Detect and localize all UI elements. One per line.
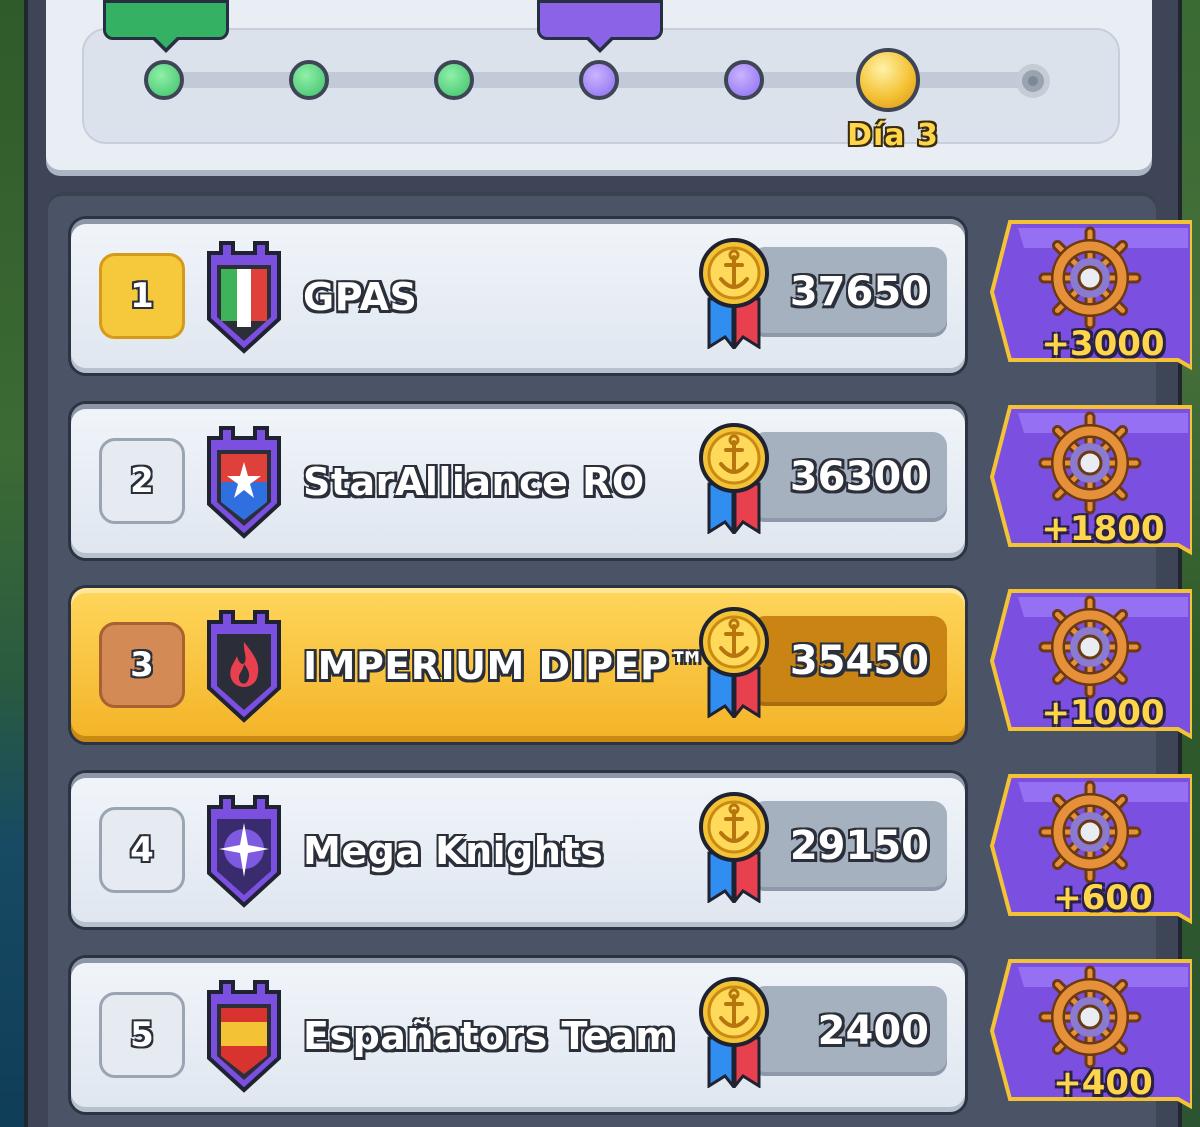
anchor-medal-icon: [699, 607, 769, 718]
reward-banner: +600: [988, 772, 1194, 932]
rank-badge: 1: [99, 253, 185, 339]
reward-banner: +1800: [988, 403, 1194, 563]
current-day-label: Día 3: [847, 118, 939, 153]
clan-score: 35450: [789, 638, 929, 684]
reward-banner: +3000: [988, 218, 1194, 378]
score-box: 36300: [751, 432, 947, 522]
progress-node-3: [434, 60, 474, 100]
rank-badge: 2: [99, 438, 185, 524]
progress-node-1: [144, 60, 184, 100]
ship-wheel-icon: [1038, 965, 1142, 1069]
clan-badge-fire-icon: [207, 610, 281, 723]
rank-badge: 3: [99, 622, 185, 708]
score-box: 2400: [751, 986, 947, 1076]
reward-banner: +400: [988, 957, 1194, 1117]
anchor-medal-icon: [699, 977, 769, 1088]
ship-wheel-icon: [1038, 595, 1142, 699]
ship-wheel-icon: [1038, 226, 1142, 330]
progress-node-2: [289, 60, 329, 100]
clan-score: 36300: [789, 454, 929, 500]
progress-node-5: [724, 60, 764, 100]
rank-badge: 4: [99, 807, 185, 893]
clan-score: 29150: [789, 823, 929, 869]
clan-name: GPAS: [303, 275, 418, 319]
anchor-medal-icon: [699, 423, 769, 534]
reward-banner: +1000: [988, 587, 1194, 747]
anchor-medal-icon: [699, 238, 769, 349]
clan-name: IMPERIUM DIPEP™: [303, 644, 707, 688]
clan-score: 37650: [789, 269, 929, 315]
score-box: 29150: [751, 801, 947, 891]
clan-badge-italy-flag-icon: [207, 241, 281, 354]
score-box: 37650: [751, 247, 947, 337]
leaderboard-row[interactable]: 4 Mega Knights 29150: [68, 770, 968, 930]
clan-name: Mega Knights: [303, 829, 604, 873]
score-box: 35450: [751, 616, 947, 706]
training-days-marker: [103, 0, 229, 53]
battle-days-marker: [537, 0, 663, 53]
reward-amount: +1000: [1041, 693, 1165, 733]
reward-amount: +3000: [1041, 324, 1165, 364]
leaderboard-row-own-clan[interactable]: 3 IMPERIUM DIPEP™ 35450: [68, 585, 968, 745]
leaderboard-row[interactable]: 2 StarAlliance RO 36300: [68, 401, 968, 561]
clan-badge-star-flag-icon: [207, 426, 281, 539]
progress-node-locked: [1016, 64, 1050, 98]
reward-amount: +400: [1053, 1063, 1153, 1103]
leaderboard-row[interactable]: 1 GPAS 37650: [68, 216, 968, 376]
reward-amount: +1800: [1041, 509, 1165, 549]
clan-name: Españators Team: [303, 1014, 676, 1058]
clan-name: StarAlliance RO: [303, 460, 645, 504]
reward-amount: +600: [1053, 878, 1153, 918]
rank-badge: 5: [99, 992, 185, 1078]
clan-score: 2400: [817, 1008, 929, 1054]
clan-badge-sparkle-icon: [207, 795, 281, 908]
clan-badge-spain-flag-icon: [207, 980, 281, 1093]
ship-wheel-icon: [1038, 780, 1142, 884]
anchor-medal-icon: [699, 792, 769, 903]
ship-wheel-icon: [1038, 411, 1142, 515]
leaderboard-row[interactable]: 5 Españators Team 2400: [68, 955, 968, 1115]
progress-node-4: [579, 60, 619, 100]
progress-node-current: [856, 48, 920, 112]
